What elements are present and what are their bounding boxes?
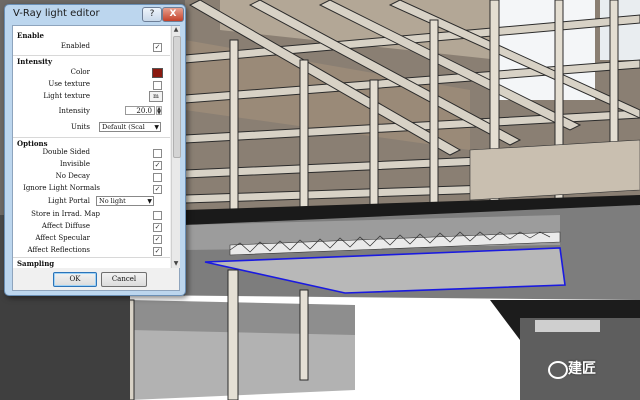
no-decay-row: No Decay [13,171,170,182]
intensity-input[interactable]: 20.0 [125,106,155,115]
light-texture-label: Light texture [43,92,90,100]
window-title: V-Ray light editor [13,8,100,19]
ignore-light-normals-label: Ignore Light Normals [23,184,100,192]
watermark-logo-icon [548,361,568,379]
enabled-row: Enabled ✓ [13,41,170,52]
affect-specular-label: Affect Specular [35,234,90,242]
section-enable: Enable [13,30,170,41]
units-label: Units [70,123,90,131]
section-enable-label: Enable [17,31,44,40]
use-texture-label: Use texture [48,80,90,88]
invisible-label: Invisible [59,160,90,168]
properties-panel: Enable Enabled ✓ Intensity Color Use tex… [13,26,170,268]
light-portal-label: Light Portal [47,197,90,205]
intensity-label: Intensity [58,107,90,115]
affect-diffuse-checkbox[interactable]: ✓ [153,223,162,232]
help-button[interactable]: ? [142,7,162,22]
enabled-checkbox[interactable]: ✓ [153,43,162,52]
section-sampling-label: Sampling [17,259,55,268]
use-texture-checkbox[interactable] [153,81,162,90]
ignore-light-normals-checkbox[interactable]: ✓ [153,185,162,194]
affect-reflections-label: Affect Reflections [27,246,90,254]
title-bar[interactable]: V-Ray light editor ? X [5,5,185,23]
section-intensity-label: Intensity [17,57,53,66]
affect-diffuse-row: Affect Diffuse ✓ [13,221,170,232]
no-decay-checkbox[interactable] [153,173,162,182]
scroll-up-icon[interactable]: ▲ [172,26,180,34]
panel-scrollbar[interactable]: ▲ ▼ [171,26,181,268]
close-button[interactable]: X [162,7,184,22]
store-irrad-checkbox[interactable] [153,211,162,220]
ignore-light-normals-row: Ignore Light Normals ✓ [13,183,170,194]
light-texture-button[interactable]: m [149,91,163,102]
affect-reflections-row: Affect Reflections ✓ [13,245,170,256]
help-icon: ? [149,9,155,19]
scrollbar-thumb[interactable] [173,36,181,158]
invisible-row: Invisible ✓ [13,159,170,170]
light-portal-value: No light [99,197,126,205]
vray-light-editor-dialog: V-Ray light editor ? X Enable Enabled ✓ … [4,4,186,296]
light-texture-row: Light texture m [13,91,170,102]
section-intensity: Intensity [13,55,170,67]
intensity-spinner[interactable]: ▲ ▼ [156,106,162,116]
color-swatch[interactable] [152,68,163,78]
close-icon: X [169,9,177,19]
scroll-down-icon[interactable]: ▼ [172,260,180,268]
color-row: Color [13,67,170,78]
chevron-down-icon: ▼ [154,124,159,131]
color-label: Color [70,68,90,76]
ok-button[interactable]: OK [53,272,97,287]
light-portal-row: Light Portal No light ▼ [13,196,170,207]
units-value: Default (Scal [102,123,145,131]
affect-specular-row: Affect Specular ✓ [13,233,170,244]
chevron-down-icon: ▼ [147,198,152,205]
double-sided-checkbox[interactable] [153,149,162,158]
dialog-client: Enable Enabled ✓ Intensity Color Use tex… [12,25,181,291]
no-decay-label: No Decay [55,172,90,180]
affect-diffuse-label: Affect Diffuse [41,222,90,230]
cancel-button[interactable]: Cancel [101,272,147,287]
store-irrad-label: Store in Irrad. Map [31,210,100,218]
double-sided-row: Double Sided [13,147,170,158]
watermark-text: 建匠 [568,361,596,377]
double-sided-label: Double Sided [42,148,90,156]
section-sampling[interactable]: Sampling [13,257,170,268]
store-irrad-row: Store in Irrad. Map [13,209,170,220]
enabled-label: Enabled [60,42,90,50]
invisible-checkbox[interactable]: ✓ [153,161,162,170]
units-row: Units Default (Scal ▼ [13,122,170,133]
intensity-row: Intensity 20.0 ▲ ▼ [13,106,170,117]
affect-specular-checkbox[interactable]: ✓ [153,235,162,244]
light-portal-select[interactable]: No light ▼ [96,196,154,206]
use-texture-row: Use texture [13,79,170,90]
affect-reflections-checkbox[interactable]: ✓ [153,247,162,256]
units-select[interactable]: Default (Scal ▼ [99,122,161,132]
